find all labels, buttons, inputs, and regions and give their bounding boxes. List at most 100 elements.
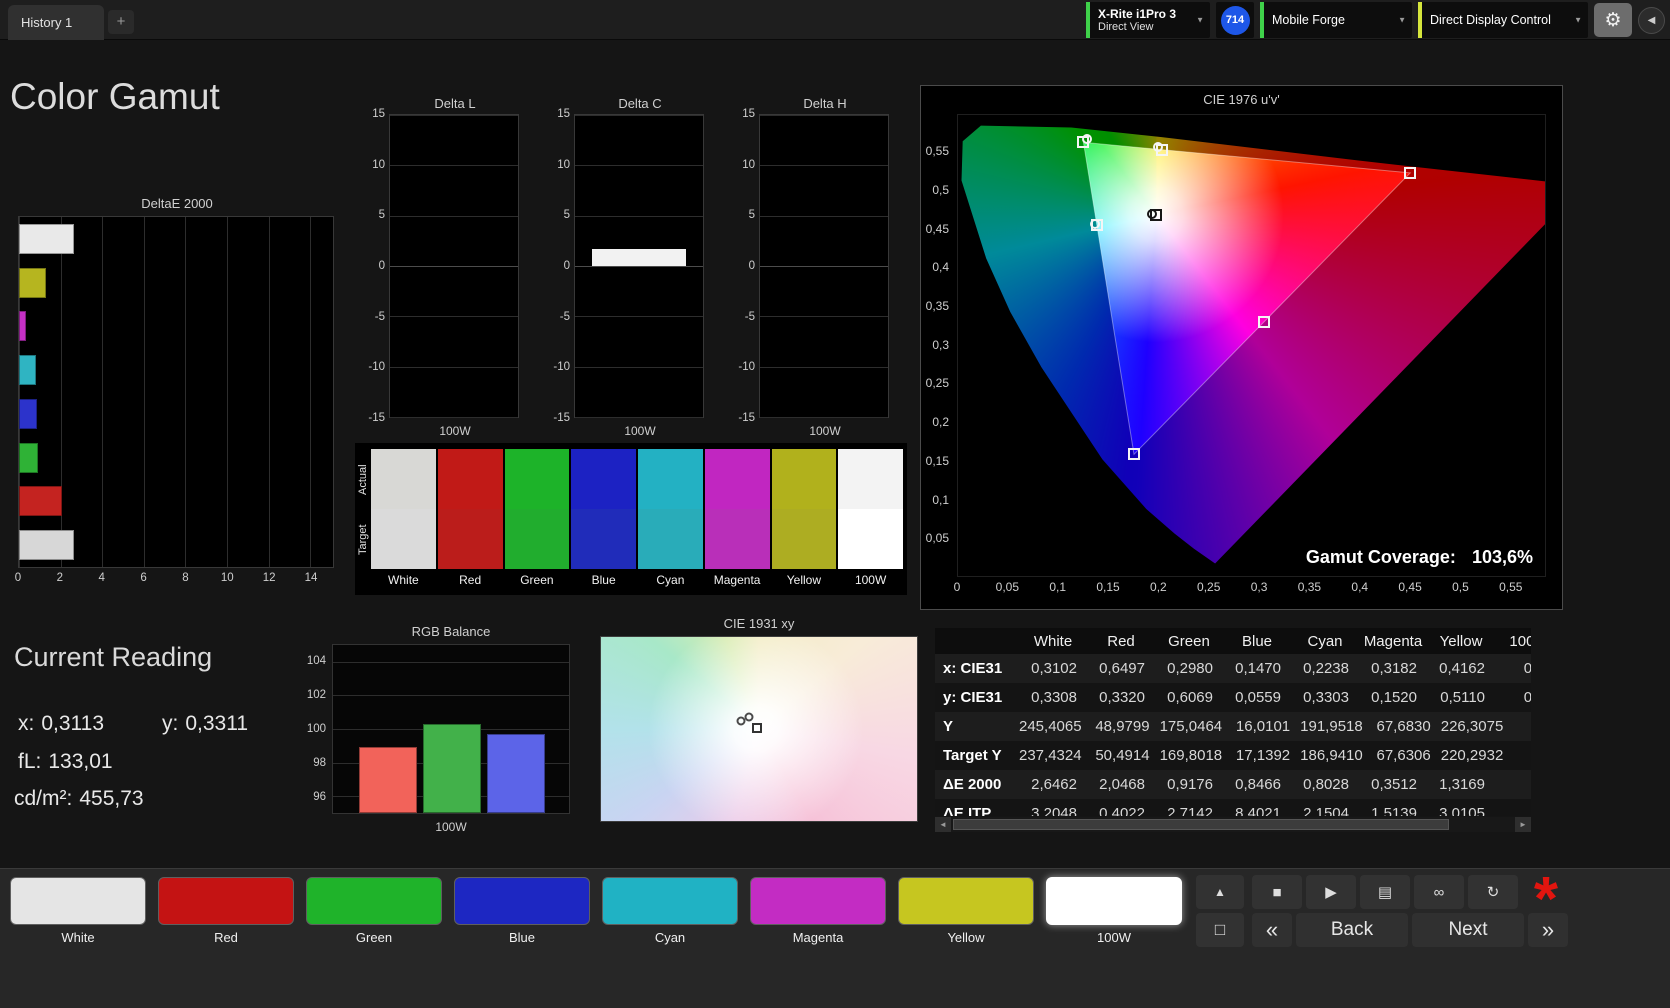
calman-asterisk-logo[interactable]: *	[1520, 867, 1572, 933]
delta-y-tick-label: 0	[378, 260, 385, 272]
patch-label: Blue	[508, 930, 536, 945]
table-cell: 2,6462	[1031, 776, 1077, 793]
cie1976-plot: Gamut Coverage: 103,6%	[957, 114, 1546, 577]
stop-button[interactable]: ■	[1252, 875, 1302, 909]
scroll-track[interactable]	[951, 817, 1515, 832]
target-swatch	[437, 509, 503, 569]
table-cell: 8,4021	[1235, 805, 1281, 816]
delta-y-tick-label: 15	[742, 108, 755, 120]
scroll-left-icon[interactable]: ◄	[935, 817, 951, 832]
delta-c-title: Delta C	[618, 96, 662, 111]
rgb-balance-title: RGB Balance	[411, 624, 491, 639]
table-cell: 0,8466	[1235, 776, 1281, 793]
measured-marker-yellow	[1153, 142, 1164, 153]
delta-gridline	[760, 417, 888, 418]
layout-button[interactable]: □	[1196, 913, 1244, 947]
meter-dropdown[interactable]: X-Rite i1Pro 3 Direct View ▼	[1086, 2, 1210, 38]
workflow-dropdown[interactable]: Mobile Forge ▼	[1260, 2, 1412, 38]
refresh-button[interactable]: ↻	[1468, 875, 1518, 909]
patch-yellow[interactable]: Yellow	[898, 877, 1034, 945]
patch-magenta[interactable]: Magenta	[750, 877, 886, 945]
delta-y-tick-label: 10	[557, 158, 570, 171]
delta-gridline	[390, 115, 518, 116]
patch-red[interactable]: Red	[158, 877, 294, 945]
deltae2000-chart: DeltaE 2000 0 2 4 6 8 10 12 14	[15, 196, 336, 596]
gamut-triangle-svg	[958, 115, 1545, 576]
deltae-x-tick-label: 10	[220, 572, 234, 584]
settings-gear-button[interactable]: ⚙	[1594, 3, 1632, 37]
patch-blue[interactable]: Blue	[454, 877, 590, 945]
scroll-thumb[interactable]	[953, 819, 1450, 830]
table-cell: 0,2980	[1167, 660, 1213, 677]
table-cell: 0,6069	[1167, 689, 1213, 706]
delta-gridline	[760, 215, 888, 217]
delta-y-tick-label: 0	[563, 260, 570, 272]
display-control-dropdown[interactable]: Direct Display Control ▼	[1418, 2, 1588, 38]
table-cell: 3,2048	[1031, 805, 1077, 816]
gamut-triangle-outline	[1083, 142, 1410, 454]
deltae-bar-row	[19, 217, 333, 261]
expand-up-button[interactable]: ▲	[1196, 875, 1244, 909]
workflow-name: Mobile Forge	[1272, 13, 1345, 27]
back-button[interactable]: Back	[1296, 913, 1408, 947]
delta-gridline	[575, 165, 703, 167]
reading-x-value: 0,3113	[41, 712, 105, 735]
deltae-bar-blue	[19, 398, 37, 429]
table-cell: 175,0464	[1159, 718, 1223, 735]
swatch-label: Magenta	[713, 573, 761, 587]
cie-x-tick-label: 0,2	[1150, 580, 1167, 594]
reading-y: y: 0,3311	[162, 712, 248, 736]
actual-target-swatch-panel: Actual Target White Red Green Blue Cyan Magen…	[355, 443, 907, 595]
patch-100w[interactable]: 100W	[1046, 877, 1182, 945]
cie-x-tick-label: 0,25	[1197, 580, 1221, 594]
table-cell: 0,3182	[1371, 660, 1417, 677]
delta-h-ylabels: 15 10 5 0 -5 -10 -15	[735, 108, 757, 424]
delta-l-chart: Delta L 15 10 5 0 -5 -10 -15 100W	[365, 96, 521, 446]
patch-green[interactable]: Green	[306, 877, 442, 945]
delta-y-tick-label: 15	[557, 108, 570, 120]
back-chevron-button[interactable]: «	[1252, 913, 1292, 947]
table-cell: 16,0101	[1235, 718, 1291, 735]
table-row: y: CIE31 0,3308 0,3320 0,6069 0,0559 0,3303 0,…	[935, 683, 1531, 712]
table-row-label: ΔE ITP	[943, 805, 992, 816]
table-cell: 2,0468	[1099, 776, 1145, 793]
deltae-bar-row	[19, 392, 333, 436]
continuous-read-button[interactable]: ∞	[1414, 875, 1464, 909]
target-swatch	[704, 509, 770, 569]
patch-white[interactable]: White	[10, 877, 146, 945]
patch-label: Magenta	[792, 930, 844, 945]
add-tab-button[interactable]: +	[108, 10, 134, 34]
delta-y-tick-label: -5	[744, 310, 755, 323]
actual-row-label: Actual	[357, 464, 369, 496]
meter-accent-bar	[1086, 2, 1090, 38]
table-cell: 2,1504	[1303, 805, 1349, 816]
patch-swatch	[898, 877, 1034, 925]
table-horizontal-scrollbar[interactable]: ◄ ►	[935, 817, 1531, 832]
deltae-bar-magenta	[19, 311, 27, 342]
scroll-right-icon[interactable]: ►	[1515, 817, 1531, 832]
cie1931-target-square	[752, 723, 763, 734]
cie-y-tick-label: 0,4	[932, 260, 949, 275]
rgb-plot	[332, 644, 570, 814]
save-report-button[interactable]: ▤	[1360, 875, 1410, 909]
cie-y-tick-label: 0,3	[932, 337, 949, 352]
reading-fl-label: fL:	[18, 750, 42, 773]
table-header-row: White Red Green Blue Cyan Magenta Yellow 100W	[935, 628, 1531, 654]
tab-history-1[interactable]: History 1	[8, 5, 104, 40]
next-button[interactable]: Next	[1412, 913, 1524, 947]
table-cell: 0,2238	[1303, 660, 1349, 677]
gamut-coverage-label: Gamut Coverage:	[1305, 547, 1456, 567]
delta-y-tick-label: 15	[372, 108, 385, 120]
table-row-label: ΔE 2000	[943, 776, 1002, 793]
swatch-label: Blue	[591, 573, 616, 587]
table-cell: 226,3075	[1440, 718, 1504, 735]
deltae-x-tick-label: 12	[262, 572, 276, 584]
cie-x-tick-label: 0,3	[1250, 580, 1268, 594]
delta-h-title: Delta H	[803, 96, 847, 111]
delta-h-chart: Delta H 15 10 5 0 -5 -10 -15 100W	[735, 96, 891, 446]
play-button[interactable]: ▶	[1306, 875, 1356, 909]
collapse-panel-button[interactable]: ◀	[1638, 6, 1665, 34]
patch-cyan[interactable]: Cyan	[602, 877, 738, 945]
rgb-y-tick-label: 100	[306, 723, 326, 735]
cie1931-box	[600, 636, 918, 822]
